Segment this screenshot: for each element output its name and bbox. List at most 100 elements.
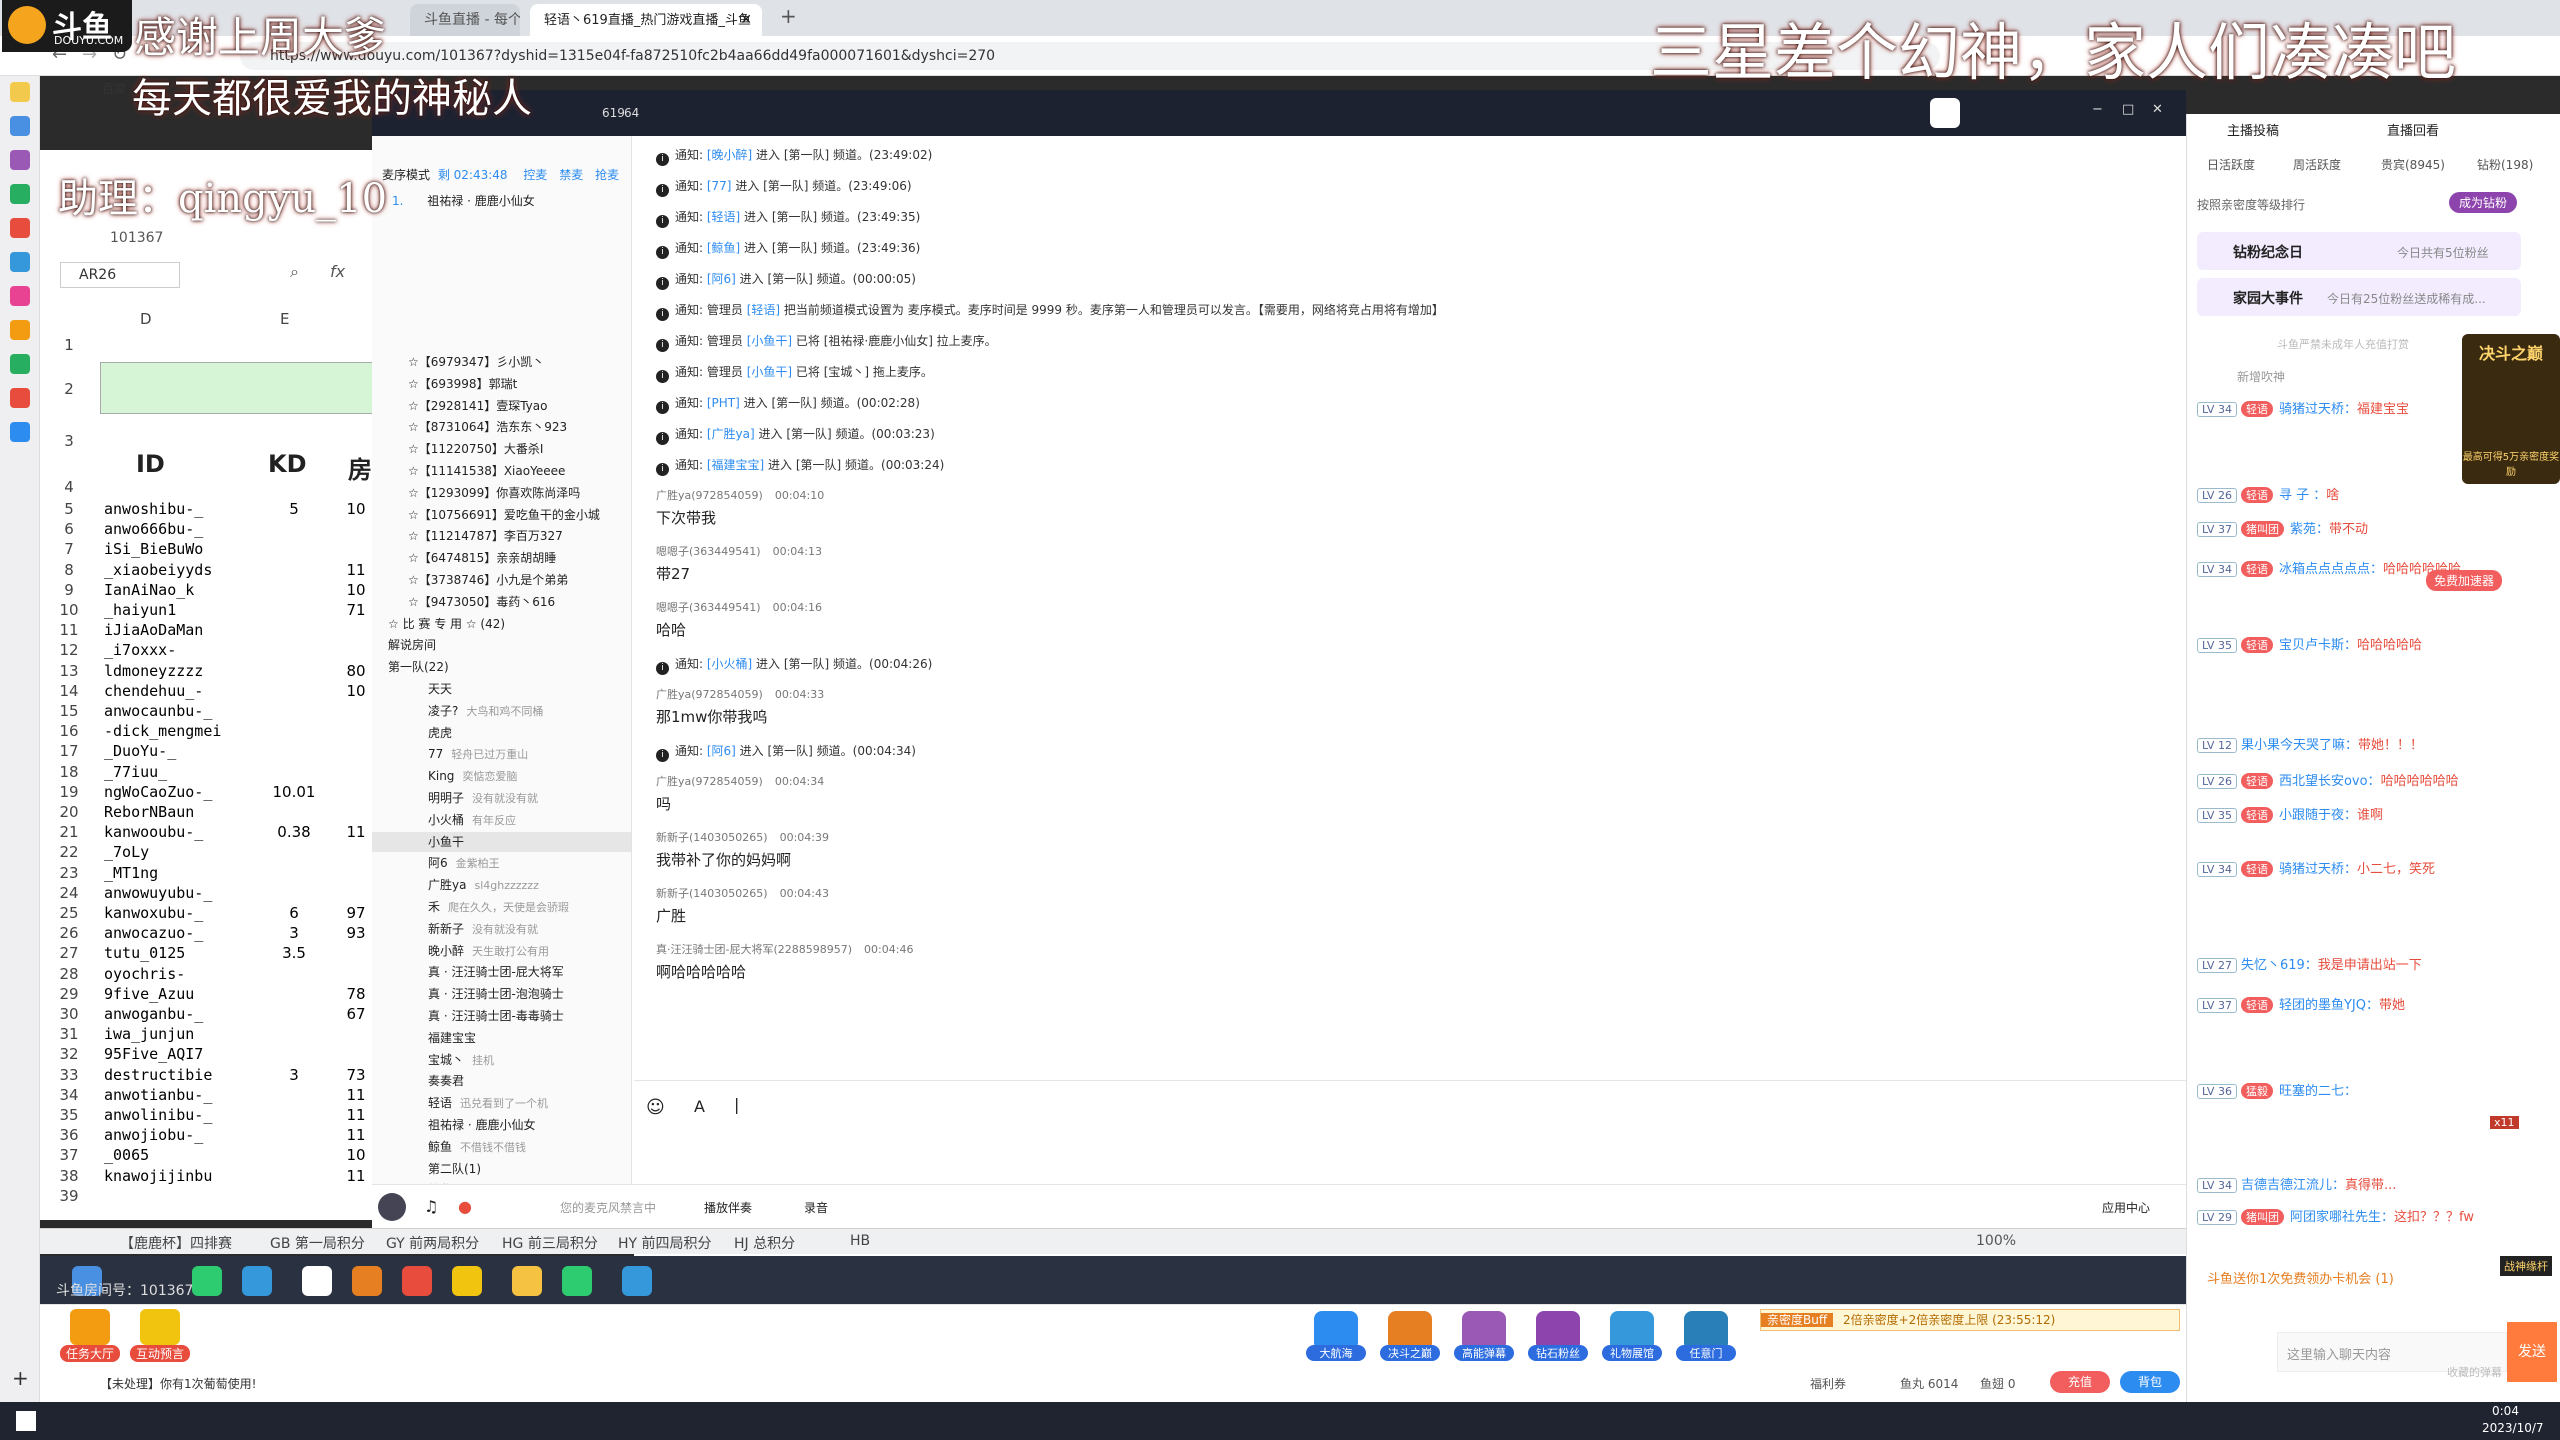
danmu-item[interactable]: LV 37 猪叫团 紫苑：带不动	[2197, 518, 2368, 537]
notice-user[interactable]: [轻语]	[747, 303, 780, 317]
channel-item[interactable]: ☆ 比 赛 专 用 ☆ (42)	[372, 614, 631, 634]
netease-icon[interactable]	[402, 1266, 432, 1296]
row-header[interactable]: 15	[40, 702, 98, 720]
cell-id[interactable]: anwowuyubu-_	[104, 884, 212, 902]
cell-id[interactable]: iwa_junjun	[104, 1025, 194, 1043]
row-header[interactable]: 5	[40, 500, 98, 518]
tools-icon[interactable]	[10, 422, 30, 442]
cell-room[interactable]: 97	[336, 904, 376, 922]
diamond-anniversary-card[interactable]: 钻粉纪念日 今日共有5位粉丝	[2197, 232, 2521, 270]
chat-author-name[interactable]: 真·汪汪骑士团-屁大将军(2288598957)	[656, 943, 852, 956]
cell-id[interactable]: anwoshibu-_	[104, 500, 203, 518]
row-header[interactable]: 36	[40, 1126, 98, 1144]
chat-author-name[interactable]: 嗯嗯子(363449541)	[656, 545, 761, 558]
row-header[interactable]: 18	[40, 763, 98, 781]
tab-douyu-room[interactable]: 轻语丶619直播_热门游戏直播_斗鱼 ✕	[530, 4, 762, 36]
channel-item[interactable]: ☆【8731064】浩东东丶923	[372, 417, 631, 437]
close-window-icon[interactable]: ✕	[2152, 102, 2163, 117]
family-event-card[interactable]: 家园大事件 今日有25位粉丝送成稀有成...	[2197, 278, 2521, 316]
danmu-item[interactable]: LV 35 轻语 小跟随于夜：谁啊	[2197, 804, 2383, 823]
row-header[interactable]: 39	[40, 1187, 98, 1205]
cell-id[interactable]: iJiaAoDaMan	[104, 621, 203, 639]
cell-room[interactable]: 10	[336, 1146, 376, 1164]
translate-icon[interactable]	[10, 320, 30, 340]
edge-icon[interactable]	[192, 1266, 222, 1296]
feature-icon-button[interactable]: 钻石粉丝	[1528, 1311, 1588, 1361]
cell-id[interactable]: _77iuu_	[104, 763, 167, 781]
row-header[interactable]: 28	[40, 965, 98, 983]
cell-id[interactable]: kanwooubu-_	[104, 823, 203, 841]
danmu-user[interactable]: 骑猪过天桥：	[2279, 402, 2357, 417]
row-header[interactable]: 9	[40, 581, 98, 599]
row-header[interactable]: 37	[40, 1146, 98, 1164]
channel-item[interactable]: ☆【3738746】小九是个弟弟	[372, 570, 631, 590]
note-icon[interactable]	[10, 184, 30, 204]
cell-room[interactable]: 93	[336, 924, 376, 942]
member-item[interactable]: 宝城丶 挂机	[372, 1050, 631, 1070]
sheet-tab[interactable]: HJ 总积分	[734, 1233, 795, 1253]
cell-id[interactable]: knawojijinbu	[104, 1167, 212, 1185]
channel-item[interactable]: ☆【9473050】毒药丶616	[372, 592, 631, 612]
member-item[interactable]: 真 · 汪汪骑士团-泡泡骑士	[372, 984, 631, 1004]
feature-icon-button[interactable]: 任意门	[1676, 1311, 1736, 1361]
row-header[interactable]: 11	[40, 621, 98, 639]
cell-kd[interactable]: 5	[264, 500, 324, 518]
danmu-user[interactable]: 寻 子 ：	[2279, 488, 2326, 503]
cell-id[interactable]: kanwoxubu-_	[104, 904, 203, 922]
danmu-item[interactable]: LV 34 吉德吉德江流儿：真得带...	[2197, 1174, 2396, 1193]
channel-item[interactable]: ☆【11220750】大番杀I	[372, 439, 631, 459]
war-widget[interactable]: 战神缘杆	[2500, 1256, 2552, 1276]
channel-item[interactable]: ☆【6979347】彡小凯丶	[372, 352, 631, 372]
feature-icon-button[interactable]: 高能弹幕	[1454, 1311, 1514, 1361]
cell-id[interactable]: _DuoYu-_	[104, 742, 176, 760]
notice-user[interactable]: [广胜ya]	[707, 427, 755, 441]
crop-icon[interactable]	[10, 252, 30, 272]
notice-user[interactable]: [阿6]	[707, 744, 736, 758]
chat-author-name[interactable]: 嗯嗯子(363449541)	[656, 601, 761, 614]
channel-item[interactable]: ☆【693998】郭瑞t	[372, 374, 631, 394]
channel-item[interactable]: 解说房间	[372, 635, 631, 655]
bag-button[interactable]: 背包	[2120, 1371, 2180, 1393]
row-header[interactable]: 19	[40, 783, 98, 801]
cell-room[interactable]: 71	[336, 601, 376, 619]
tab-douyu-home[interactable]: 斗鱼直播 - 每个人的直播平台	[410, 4, 520, 36]
danmu-item[interactable]: LV 27 失忆丶619：我是申请出站一下	[2197, 954, 2422, 973]
chat-author-name[interactable]: 广胜ya(972854059)	[656, 489, 763, 502]
channel-item[interactable]: ☆【10756691】爱吃鱼干的金小城	[372, 505, 631, 525]
sheet-tab[interactable]: GB 第一局积分	[270, 1233, 365, 1253]
douyu-side-icon[interactable]	[10, 388, 30, 408]
row-header[interactable]: 23	[40, 864, 98, 882]
danmu-item[interactable]: LV 12 果小果今天哭了嘛：带她！！！	[2197, 734, 2423, 753]
member-item[interactable]: 鲸鱼 不借钱不借钱	[372, 1137, 631, 1157]
row-header[interactable]: 32	[40, 1045, 98, 1063]
notice-user[interactable]: [小鱼干]	[747, 334, 792, 348]
member-item[interactable]: King 奕惦恋爱脑	[372, 766, 631, 786]
cell-room[interactable]: 73	[336, 1066, 376, 1084]
member-item[interactable]: 虎虎	[372, 723, 631, 743]
danmu-user[interactable]: 紫苑：	[2290, 522, 2329, 537]
app-center-button[interactable]: 应用中心	[2102, 1199, 2150, 1216]
qq-icon[interactable]	[622, 1266, 652, 1296]
cell-id[interactable]: anwocaunbu-_	[104, 702, 212, 720]
recharge-button[interactable]: 充值	[2050, 1371, 2110, 1393]
cell-room[interactable]: 11	[336, 1126, 376, 1144]
member-item[interactable]: 晚小醉 天生敢打公有用	[372, 941, 631, 961]
cell-room[interactable]: 10	[336, 581, 376, 599]
cell-id[interactable]: _7oLy	[104, 843, 149, 861]
cell-id[interactable]: destructibie	[104, 1066, 212, 1084]
cell-room[interactable]: 10	[336, 500, 376, 518]
music-button[interactable]: 播放伴奏	[704, 1199, 752, 1216]
member-item[interactable]: 第二队(1)	[372, 1159, 631, 1179]
notice-user[interactable]: [阿6]	[707, 272, 736, 286]
rank-tab-diamond[interactable]: 钻粉(198)	[2477, 156, 2533, 173]
chat-author-name[interactable]: 新新子(1403050265)	[656, 831, 768, 844]
row-header[interactable]: 13	[40, 662, 98, 680]
member-item[interactable]: 禾爬在久久，天使是会骄瑕	[372, 897, 631, 917]
cell-id[interactable]: IanAiNao_k	[104, 581, 194, 599]
rank-tab-day[interactable]: 日活跃度	[2207, 156, 2255, 173]
cell-id[interactable]: oyochris-	[104, 965, 185, 983]
member-item[interactable]: 奏奏君	[372, 1071, 631, 1091]
danmu-user[interactable]: 冰箱点点点点点：	[2279, 562, 2383, 577]
sheet-tab[interactable]: HB	[850, 1233, 870, 1249]
add-icon[interactable]: +	[12, 1366, 29, 1390]
